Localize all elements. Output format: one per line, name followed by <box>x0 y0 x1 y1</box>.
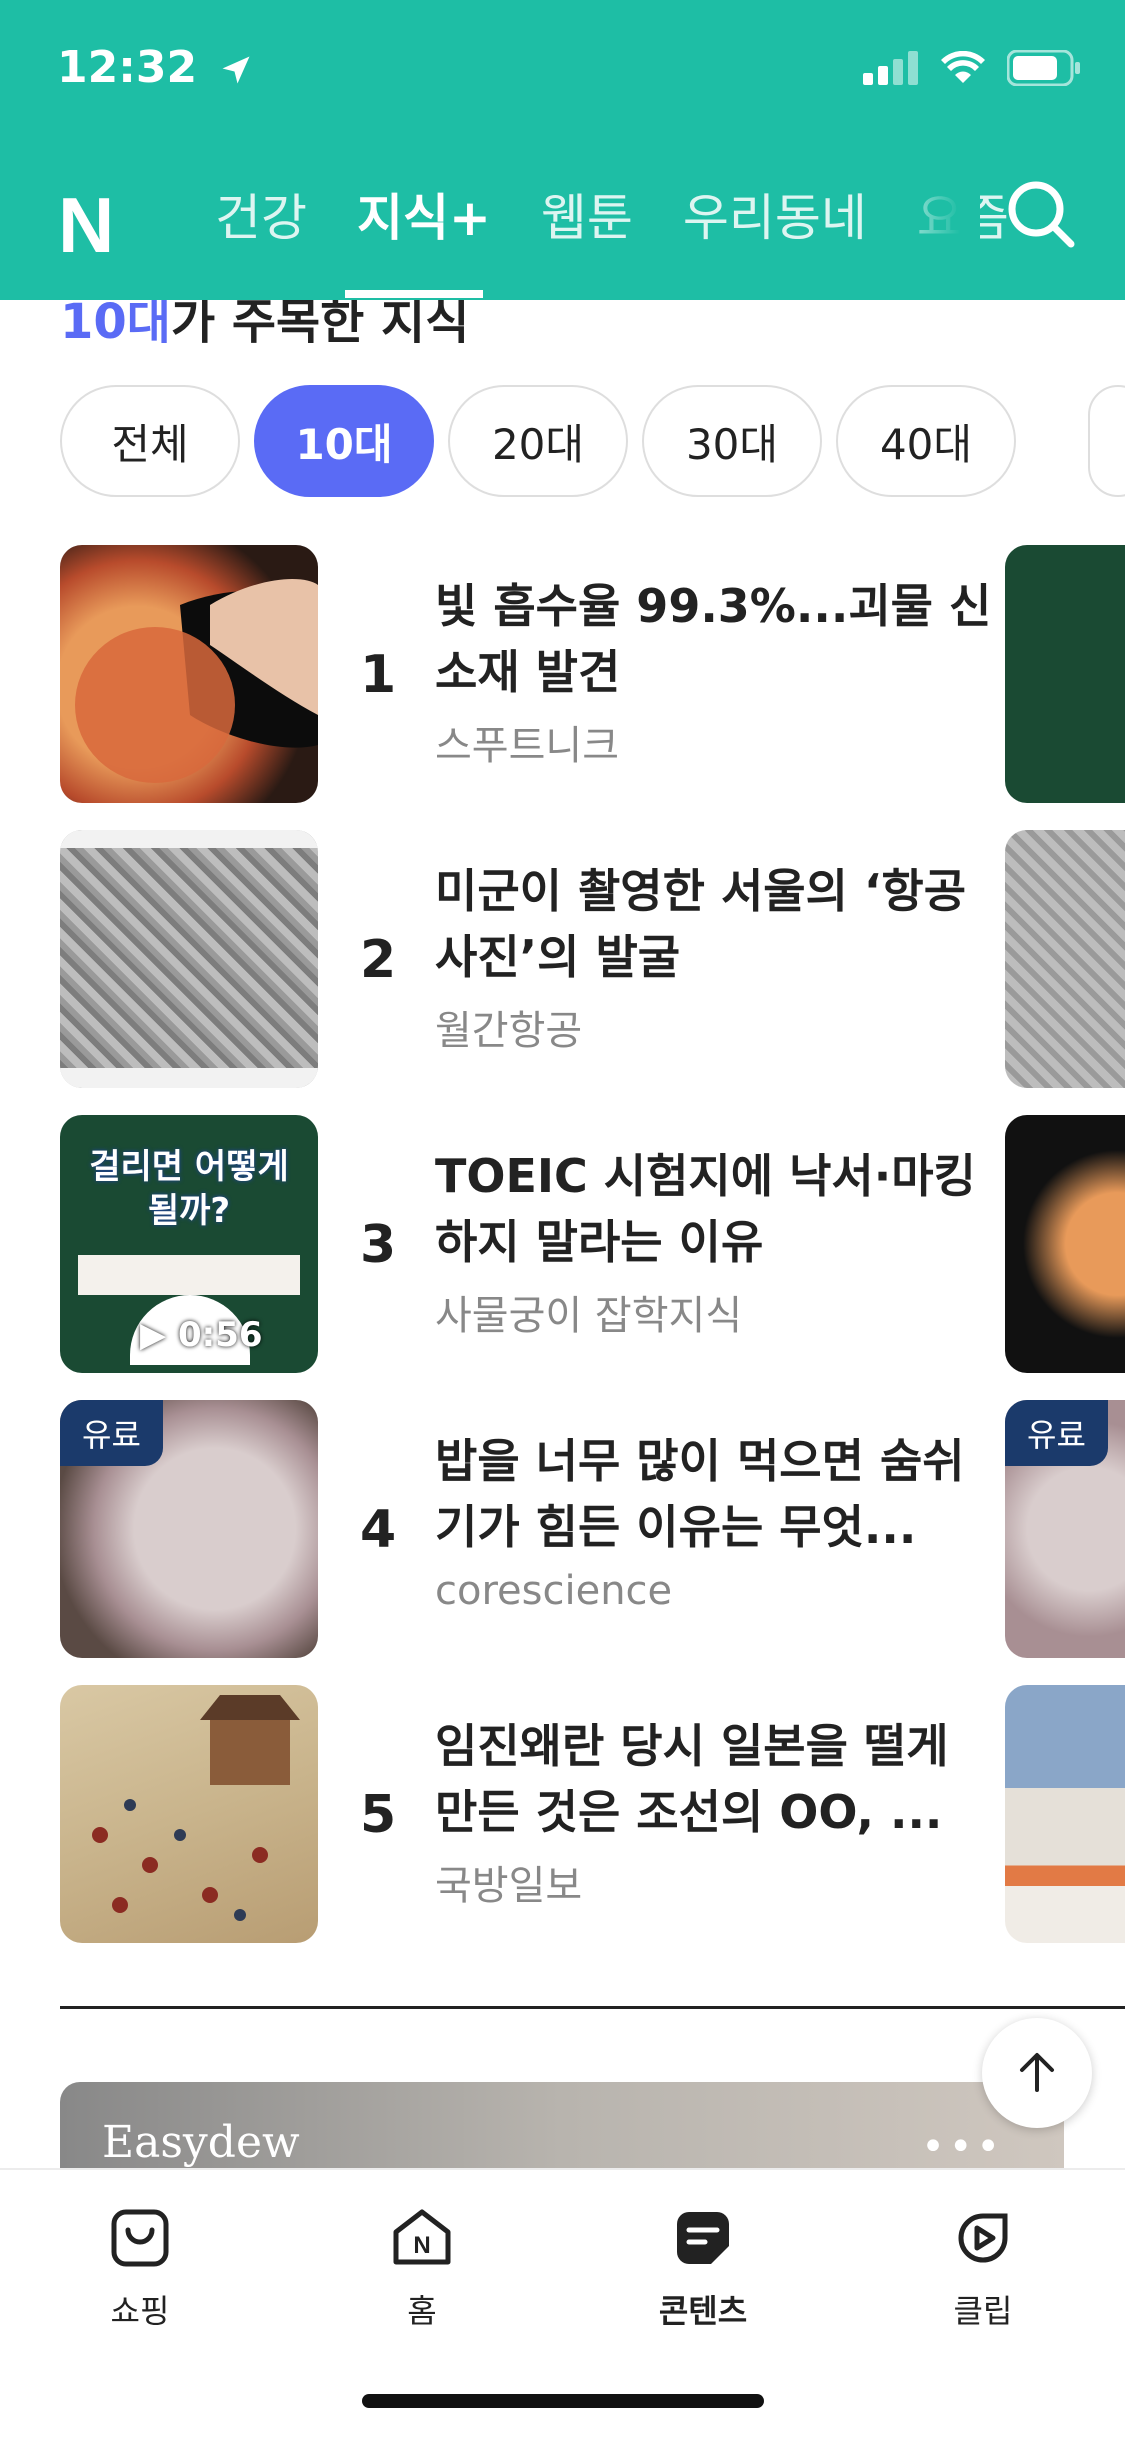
ad-brand: Easydew <box>102 2117 300 2168</box>
thumbnail-caption: 걸리면 어떻게 될까? <box>89 1147 289 1231</box>
next-column-thumbnail[interactable] <box>1005 545 1125 803</box>
paid-badge: 유료 <box>60 1400 163 1466</box>
shopping-bag-icon <box>111 2209 169 2267</box>
article-thumbnail <box>60 830 318 1088</box>
location-arrow-icon <box>222 56 250 84</box>
filter-10s[interactable]: 10대 <box>254 385 434 497</box>
article-title[interactable]: 빛 흡수율 99.3%...괴물 신소재 발견 <box>435 573 995 705</box>
article-rank: 2 <box>360 930 397 990</box>
painting-illustration <box>92 1695 300 1921</box>
article-source: 스푸트니크 <box>435 723 619 769</box>
video-duration: ▶ 0:56 <box>140 1315 263 1355</box>
thumbnail-paper <box>78 1255 300 1295</box>
nav-contents-label: 콘텐츠 <box>658 2292 748 2330</box>
next-column-thumbnail[interactable]: 유료 <box>1005 1400 1125 1658</box>
article-thumbnail <box>60 545 318 803</box>
status-time: 12:32 <box>57 42 254 93</box>
search-button[interactable] <box>1005 178 1077 254</box>
article-list: 1 빛 흡수율 99.3%...괴물 신소재 발견 스푸트니크 2 미군이 촬영… <box>60 545 1020 1970</box>
section-title-accent: 10대 <box>60 294 171 350</box>
active-tab-indicator <box>345 290 483 298</box>
article-source: 월간항공 <box>435 1008 583 1054</box>
article-thumbnail <box>60 1685 318 1943</box>
article-source: 국방일보 <box>435 1863 583 1909</box>
article-title[interactable]: 밥을 너무 많이 먹으면 숨쉬기가 힘든 이유는 무엇... <box>435 1428 995 1560</box>
play-icon: ▶ <box>140 1315 167 1355</box>
list-item[interactable]: 5 임진왜란 당시 일본을 떨게 만든 것은 조선의 OO, ... 국방일보 <box>60 1685 1020 1970</box>
nav-clip-label: 클립 <box>953 2292 1013 2330</box>
filter-20s[interactable]: 20대 <box>448 385 628 497</box>
more-options-icon[interactable]: ••• <box>921 2124 1004 2170</box>
paid-badge: 유료 <box>1005 1400 1108 1466</box>
duration-text: 0:56 <box>178 1315 263 1355</box>
signal-icon <box>863 51 918 85</box>
nav-home-label: 홈 <box>407 2292 437 2330</box>
photo-border <box>60 1068 318 1088</box>
filter-40s[interactable]: 40대 <box>836 385 1016 497</box>
home-icon: N <box>393 2209 451 2265</box>
article-rank: 4 <box>360 1500 397 1560</box>
article-title[interactable]: 임진왜란 당시 일본을 떨게 만든 것은 조선의 OO, ... <box>435 1713 995 1845</box>
age-filter-chips: 전체 10대 20대 30대 40대 <box>60 385 1016 497</box>
hand-illustration <box>75 579 318 783</box>
nav-home[interactable]: N 홈 <box>352 2206 492 2332</box>
list-item[interactable]: 1 빛 흡수율 99.3%...괴물 신소재 발견 스푸트니크 <box>60 545 1020 830</box>
article-title[interactable]: 미군이 촬영한 서울의 ‘항공사진’의 발굴 <box>435 858 995 990</box>
top-header: 12:32 N 건강 지식+ 웹툰 우리동네 요즘 <box>0 0 1125 300</box>
scroll-to-top-button[interactable] <box>982 2018 1092 2128</box>
article-rank: 1 <box>360 645 397 705</box>
article-thumbnail: 걸리면 어떻게 될까? ▶ 0:56 <box>60 1115 318 1373</box>
next-column-thumbnail[interactable] <box>1005 830 1125 1088</box>
naver-logo[interactable]: N <box>58 180 114 271</box>
article-rank: 3 <box>360 1215 397 1275</box>
nav-shopping-label: 쇼핑 <box>110 2292 170 2330</box>
section-title-rest: 가 주목한 지식 <box>170 294 470 350</box>
clip-play-icon <box>958 2213 1008 2263</box>
article-source: 사물궁이 잡학지식 <box>435 1293 743 1339</box>
battery-icon <box>1007 50 1080 86</box>
arrow-up-icon <box>1020 2053 1054 2092</box>
list-item[interactable]: 2 미군이 촬영한 서울의 ‘항공사진’의 발굴 월간항공 <box>60 830 1020 1115</box>
filter-more-peek[interactable] <box>1088 385 1125 497</box>
nav-clip[interactable]: 클립 <box>913 2206 1053 2332</box>
article-thumbnail: 유료 <box>60 1400 318 1658</box>
home-indicator <box>362 2394 764 2408</box>
nav-contents[interactable]: 콘텐츠 <box>633 2206 773 2332</box>
tab-health[interactable]: 건강 <box>215 178 307 250</box>
article-rank: 5 <box>360 1785 397 1845</box>
tabs-fade <box>880 170 980 260</box>
list-item[interactable]: 유료 4 밥을 너무 많이 먹으면 숨쉬기가 힘든 이유는 무엇... core… <box>60 1400 1020 1685</box>
next-column-thumbnail[interactable] <box>1005 1115 1125 1373</box>
filter-all[interactable]: 전체 <box>60 385 240 497</box>
article-title[interactable]: TOEIC 시험지에 낙서·마킹하지 말라는 이유 <box>435 1143 995 1275</box>
section-divider <box>60 2006 1125 2009</box>
status-time-text: 12:32 <box>57 42 198 93</box>
tab-webtoon[interactable]: 웹툰 <box>541 178 633 250</box>
photo-border <box>60 830 318 848</box>
next-column-thumbnail[interactable] <box>1005 1685 1125 1943</box>
status-icons <box>863 50 1081 86</box>
tab-neighborhood[interactable]: 우리동네 <box>683 178 867 250</box>
list-item[interactable]: 걸리면 어떻게 될까? ▶ 0:56 3 TOEIC 시험지에 낙서·마킹하지 … <box>60 1115 1020 1400</box>
article-source: corescience <box>435 1568 673 1614</box>
nav-shopping[interactable]: 쇼핑 <box>70 2206 210 2332</box>
contents-icon <box>677 2212 729 2264</box>
wifi-icon <box>941 51 985 83</box>
search-icon <box>1008 181 1075 248</box>
filter-30s[interactable]: 30대 <box>642 385 822 497</box>
tab-knowledge-plus[interactable]: 지식+ <box>357 178 491 250</box>
svg-text:N: N <box>413 2232 430 2259</box>
